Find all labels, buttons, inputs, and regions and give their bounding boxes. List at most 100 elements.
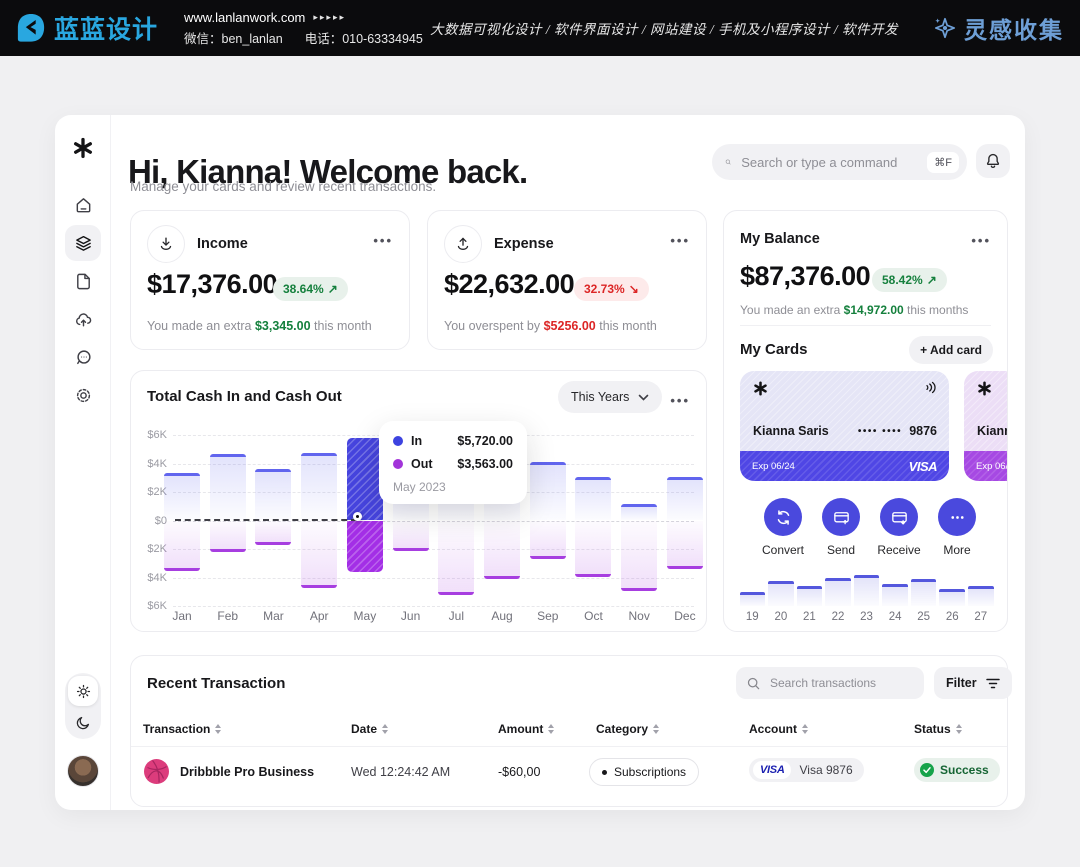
- column-header-date[interactable]: Date: [351, 722, 388, 736]
- income-label: Income: [197, 236, 248, 252]
- sort-icon: [956, 724, 962, 734]
- visa-logo: VISA: [909, 459, 937, 474]
- sidebar-item-documents[interactable]: [65, 263, 101, 299]
- mini-tick-label: 21: [803, 611, 816, 623]
- inspiration-collect[interactable]: 灵感收集: [932, 11, 1064, 45]
- bar-out-aug[interactable]: [484, 521, 520, 579]
- bar-out-feb[interactable]: [210, 521, 246, 552]
- bar-in-oct[interactable]: [575, 477, 611, 520]
- convert-button[interactable]: Convert: [754, 498, 812, 557]
- send-button[interactable]: Send: [812, 498, 870, 557]
- transaction-amount: -$60,00: [498, 765, 540, 779]
- bar-out-jul[interactable]: [438, 521, 474, 595]
- x-tick-label: Mar: [255, 609, 291, 623]
- file-icon: [74, 272, 93, 291]
- search-icon: [746, 676, 761, 691]
- balance-menu-button[interactable]: [971, 233, 991, 248]
- bar-in-apr[interactable]: [301, 453, 337, 520]
- balance-change-badge: 58.42%↗: [872, 268, 947, 292]
- credit-card-1[interactable]: Kianna Saris •••• •••• 9876 Exp 06/24 VI…: [740, 371, 949, 481]
- bar-in-jan[interactable]: [164, 473, 200, 520]
- bar-out-apr[interactable]: [301, 521, 337, 588]
- status-badge: Success: [914, 758, 1000, 782]
- transactions-search-input[interactable]: [768, 675, 914, 691]
- bar-in-dec[interactable]: [667, 477, 703, 520]
- search-icon: [725, 154, 731, 170]
- bar-in-feb[interactable]: [210, 454, 246, 520]
- expense-note: You overspent by $5256.00 this month: [444, 319, 657, 333]
- sort-icon: [802, 724, 808, 734]
- more-button[interactable]: More: [928, 498, 986, 557]
- banner-website[interactable]: www.lanlanwork.com: [184, 10, 305, 25]
- mini-chart-column: 25: [909, 559, 938, 623]
- y-tick-label: $0: [133, 515, 167, 527]
- transaction-date: Wed 12:24:42 AM: [351, 765, 450, 779]
- chat-icon: [74, 348, 93, 367]
- mini-tick-label: 27: [974, 611, 987, 623]
- bar-out-dec[interactable]: [667, 521, 703, 569]
- category-badge: Subscriptions: [589, 758, 699, 786]
- sidebar-item-cloud[interactable]: [65, 301, 101, 337]
- bar-in-sep[interactable]: [530, 462, 566, 520]
- bar-in-nov[interactable]: [621, 504, 657, 520]
- column-header-status[interactable]: Status: [914, 722, 962, 736]
- arrows-icon: ▸▸▸▸▸: [313, 12, 346, 23]
- card-holder-name: Kianna Saris: [753, 424, 829, 438]
- bar-out-sep[interactable]: [530, 521, 566, 559]
- mini-chart-column: 26: [938, 559, 967, 623]
- sidebar-item-dashboard[interactable]: [65, 225, 101, 261]
- bar-out-may[interactable]: [347, 521, 383, 572]
- bar-out-nov[interactable]: [621, 521, 657, 591]
- credit-card-2[interactable]: Kianna Exp 06/2: [964, 371, 1008, 481]
- user-avatar[interactable]: [67, 755, 99, 787]
- sort-icon: [653, 724, 659, 734]
- sidebar-item-messages[interactable]: [65, 339, 101, 375]
- x-tick-label: Sep: [530, 609, 566, 623]
- filter-button[interactable]: Filter: [934, 667, 1012, 699]
- tooltip-period: May 2023: [393, 480, 513, 494]
- balance-card: My Balance $87,376.00 58.42%↗ You made a…: [723, 210, 1008, 632]
- y-tick-label: $4K: [133, 572, 167, 584]
- bar-out-mar[interactable]: [255, 521, 291, 545]
- add-card-button[interactable]: + Add card: [909, 336, 993, 364]
- transactions-search[interactable]: [736, 667, 924, 699]
- mini-bar-25: [911, 579, 937, 606]
- mini-bar-21: [797, 586, 823, 606]
- mini-chart-column: 19: [738, 559, 767, 623]
- bar-out-oct[interactable]: [575, 521, 611, 577]
- global-search[interactable]: ⌘F: [712, 144, 967, 180]
- mini-bar-19: [740, 592, 766, 606]
- lanlan-logo[interactable]: 蓝蓝设计: [16, 10, 158, 46]
- x-tick-label: Aug: [484, 609, 520, 623]
- search-input[interactable]: [739, 154, 919, 171]
- card-brand-logo-icon: [753, 381, 768, 396]
- bar-in-may[interactable]: [347, 438, 383, 520]
- column-header-category[interactable]: Category: [596, 722, 659, 736]
- sidebar-item-home[interactable]: [65, 187, 101, 223]
- expense-change-badge: 32.73%↘: [574, 277, 649, 301]
- y-tick-label: $4K: [133, 458, 167, 470]
- mini-bar-20: [768, 581, 794, 606]
- dark-mode-button[interactable]: [68, 707, 98, 737]
- receive-button[interactable]: Receive: [870, 498, 928, 557]
- banner-phone: 电话：010-63334945: [305, 28, 423, 47]
- income-card: Income $17,376.00 38.64%↗ You made an ex…: [130, 210, 410, 350]
- column-header-amount[interactable]: Amount: [498, 722, 554, 736]
- notifications-button[interactable]: [976, 144, 1010, 178]
- sidebar-item-settings[interactable]: [65, 377, 101, 413]
- bar-in-mar[interactable]: [255, 469, 291, 520]
- light-mode-button[interactable]: [68, 676, 98, 706]
- card-expiry: Exp 06/24: [752, 461, 795, 472]
- income-menu-button[interactable]: [373, 233, 393, 248]
- page-subtitle: Manage your cards and review recent tran…: [130, 179, 436, 194]
- category-dot-icon: [602, 770, 607, 775]
- expense-menu-button[interactable]: [670, 233, 690, 248]
- transaction-name[interactable]: Dribbble Pro Business: [180, 765, 314, 779]
- zero-baseline: [175, 519, 357, 521]
- bar-out-jun[interactable]: [393, 521, 429, 551]
- bar-out-jan[interactable]: [164, 521, 200, 571]
- app-logo-icon[interactable]: [72, 137, 94, 159]
- column-header-account[interactable]: Account: [749, 722, 808, 736]
- column-header-transaction[interactable]: Transaction: [143, 722, 221, 736]
- mini-tick-label: 24: [889, 611, 902, 623]
